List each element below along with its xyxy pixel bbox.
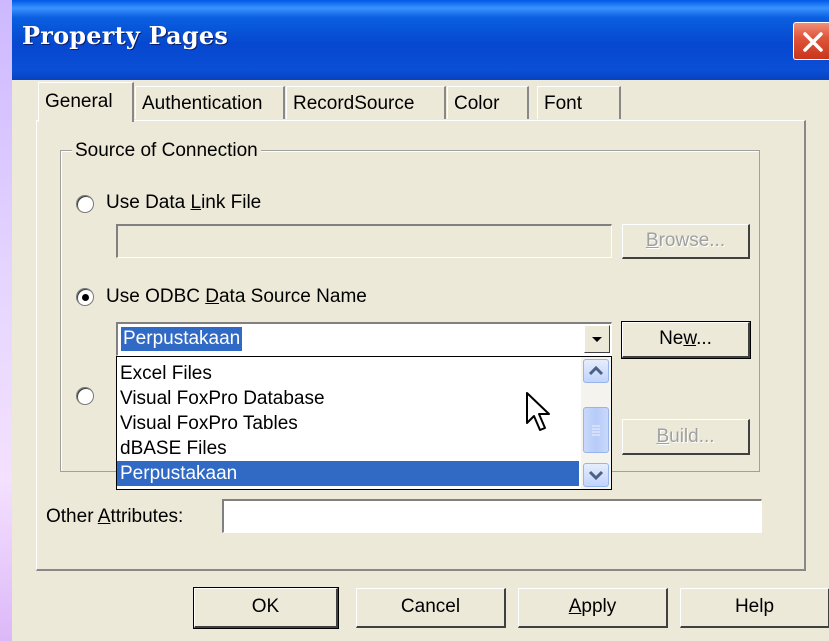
tab-authentication[interactable]: Authentication (135, 86, 285, 119)
desktop-background-strip (0, 0, 12, 641)
tab-general[interactable]: General (38, 82, 134, 122)
scroll-down-icon (588, 470, 604, 481)
close-button[interactable] (793, 22, 829, 60)
data-link-field[interactable] (116, 224, 612, 258)
list-item[interactable]: Excel Files (117, 361, 579, 386)
mouse-cursor-icon (526, 392, 550, 431)
tab-recordsource[interactable]: RecordSource (286, 86, 446, 119)
scroll-thumb[interactable] (583, 407, 609, 453)
tab-label: Authentication (142, 93, 263, 114)
tab-color[interactable]: Color (447, 86, 529, 119)
apply-button[interactable]: Apply (518, 588, 668, 628)
list-item[interactable]: Visual FoxPro Tables (117, 411, 579, 436)
dropdown-arrow-icon (592, 337, 602, 342)
build-button[interactable]: Build... (622, 419, 750, 455)
dropdown-scrollbar[interactable] (581, 357, 611, 489)
scroll-down-button[interactable] (583, 463, 609, 487)
scroll-up-icon (588, 365, 604, 376)
tab-label: Font (544, 93, 583, 114)
odbc-radio[interactable] (76, 288, 94, 306)
new-button[interactable]: New... (621, 321, 751, 359)
tab-font[interactable]: Font (537, 86, 621, 119)
odbc-label: Use ODBC Data Source Name (106, 286, 367, 307)
dialog-body: General Authentication RecordSource Colo… (12, 80, 829, 641)
data-link-label: Use Data Link File (106, 192, 262, 213)
combo-dropdown-button[interactable] (584, 325, 610, 353)
close-icon (803, 32, 823, 52)
odbc-dsn-value: Perpustakaan (119, 326, 244, 352)
browse-button[interactable]: Browse... (622, 224, 750, 259)
third-option-radio[interactable] (76, 387, 94, 405)
help-button[interactable]: Help (680, 588, 829, 628)
other-attributes-field[interactable] (222, 499, 762, 533)
list-item-selected[interactable]: Perpustakaan (117, 461, 579, 486)
scroll-up-button[interactable] (583, 359, 609, 383)
list-item[interactable]: Visual FoxPro Database (117, 386, 579, 411)
tab-label: RecordSource (293, 93, 415, 114)
other-attributes-label: Other Attributes: (46, 506, 184, 527)
cancel-button[interactable]: Cancel (356, 588, 506, 628)
ok-button[interactable]: OK (193, 587, 339, 629)
list-item[interactable]: dBASE Files (117, 436, 579, 461)
radio-selected-dot (82, 294, 89, 301)
grip-icon (592, 425, 600, 436)
title-bar: Property Pages (12, 0, 829, 80)
tab-label: Color (454, 93, 500, 114)
data-link-radio[interactable] (76, 195, 94, 213)
odbc-dsn-combobox[interactable]: Perpustakaan (116, 322, 612, 356)
window-title: Property Pages (22, 21, 229, 50)
group-label: Source of Connection (72, 140, 261, 162)
property-pages-dialog: Property Pages General Authentication Re… (12, 0, 829, 641)
tab-label: General (45, 91, 113, 112)
